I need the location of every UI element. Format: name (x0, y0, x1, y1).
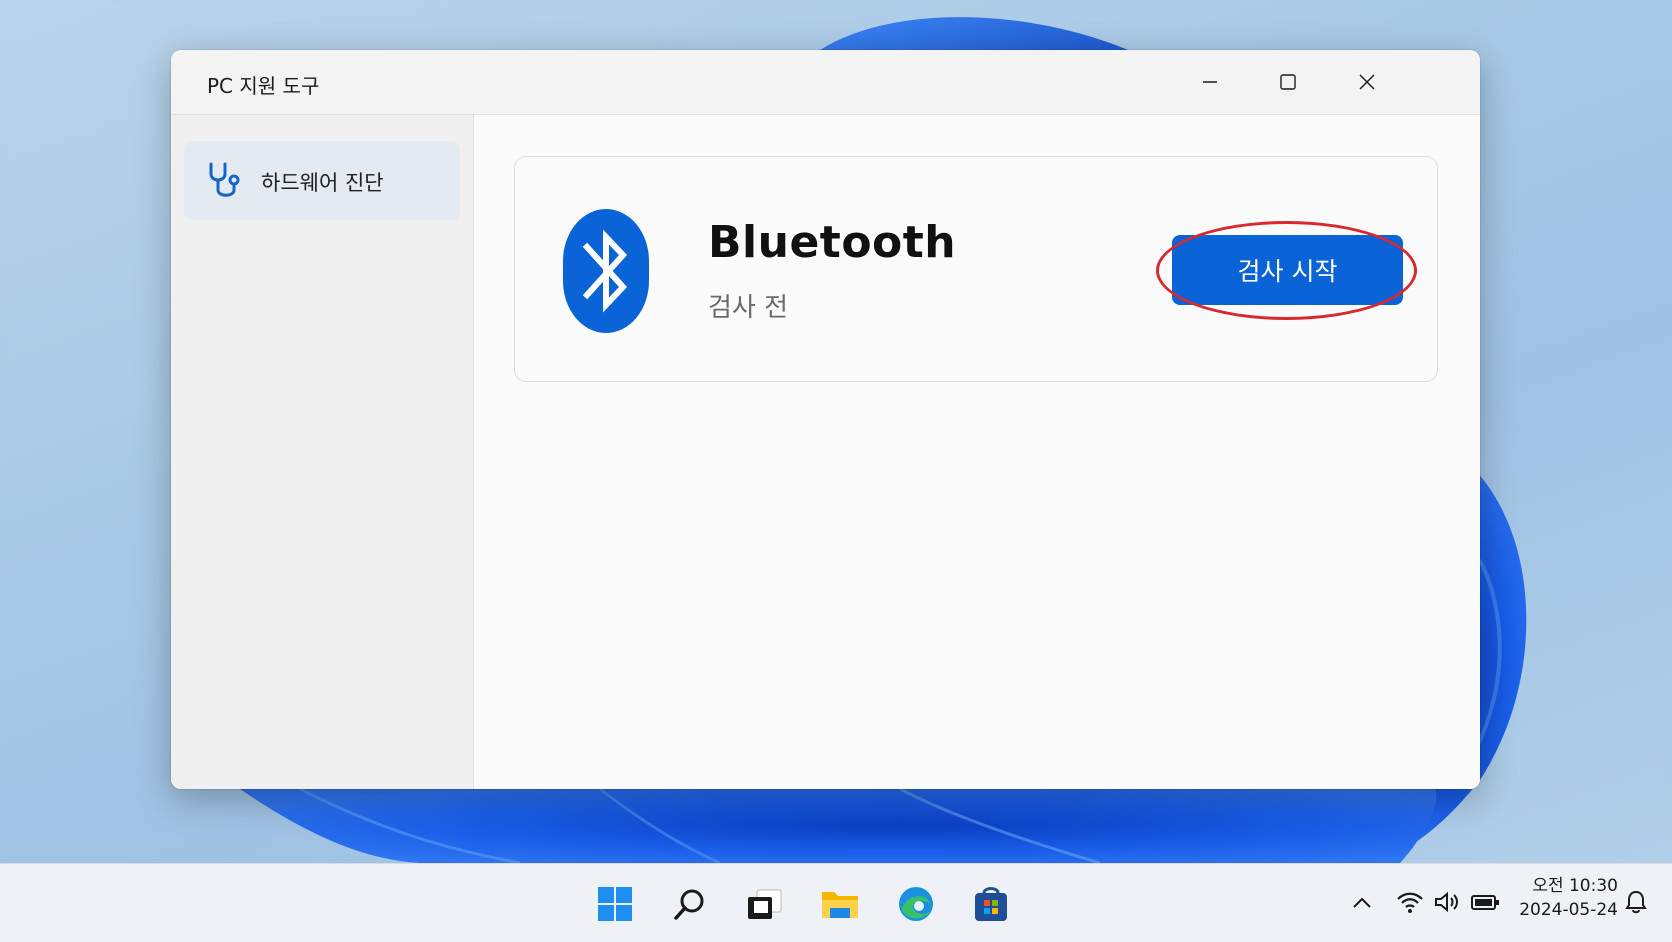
maximize-button[interactable] (1258, 62, 1318, 102)
store-icon (975, 887, 1007, 921)
sidebar-item-hardware-diagnostics[interactable]: 하드웨어 진단 (184, 141, 460, 220)
title-bar[interactable]: PC 지원 도구 (171, 50, 1480, 115)
maximize-icon (1280, 74, 1296, 90)
edge-button[interactable] (894, 882, 938, 926)
wifi-icon (1397, 892, 1423, 913)
edge-icon (899, 887, 933, 921)
device-status: 검사 전 (708, 293, 789, 323)
start-scan-button[interactable]: 검사 시작 (1172, 235, 1403, 305)
sidebar-item-label: 하드웨어 진단 (261, 171, 384, 195)
file-explorer-icon (822, 892, 858, 918)
speaker-icon (1435, 891, 1458, 913)
navigation-sidebar: 하드웨어 진단 (171, 115, 474, 789)
task-view-icon (748, 889, 782, 919)
close-button[interactable] (1337, 62, 1397, 102)
task-view-button[interactable] (742, 882, 786, 926)
taskbar-search-button[interactable] (668, 882, 712, 926)
store-button[interactable] (969, 882, 1013, 926)
show-hidden-icons-button[interactable] (1350, 888, 1374, 916)
device-card: Bluetooth 검사 전 검사 시작 (514, 156, 1438, 382)
file-explorer-button[interactable] (818, 882, 862, 926)
start-icon (598, 887, 632, 921)
wifi-button[interactable] (1395, 888, 1425, 916)
taskbar: 오전 10:30 2024-05-24 (0, 863, 1672, 942)
clock-time: 오전 10:30 (1532, 876, 1618, 896)
volume-button[interactable] (1432, 888, 1462, 916)
notifications-button[interactable] (1622, 888, 1650, 916)
minimize-button[interactable] (1180, 62, 1240, 102)
device-name: Bluetooth (708, 217, 957, 268)
battery-button[interactable] (1469, 888, 1501, 916)
app-window: PC 지원 도구 하드웨어 진단 Bluetooth 검사 전 검사 시작 (171, 50, 1480, 789)
main-content: Bluetooth 검사 전 검사 시작 (474, 115, 1480, 789)
minimize-icon (1203, 81, 1217, 83)
chevron-up-icon (1353, 897, 1371, 908)
window-title: PC 지원 도구 (207, 74, 320, 98)
close-icon (1359, 74, 1375, 90)
stethoscope-icon (209, 162, 240, 197)
bell-icon (1625, 890, 1647, 914)
system-clock[interactable]: 오전 10:30 2024-05-24 (1508, 874, 1618, 922)
clock-date: 2024-05-24 (1519, 900, 1618, 920)
start-button[interactable] (593, 882, 637, 926)
battery-icon (1471, 895, 1499, 910)
search-icon (674, 889, 704, 920)
bluetooth-icon (563, 209, 649, 333)
